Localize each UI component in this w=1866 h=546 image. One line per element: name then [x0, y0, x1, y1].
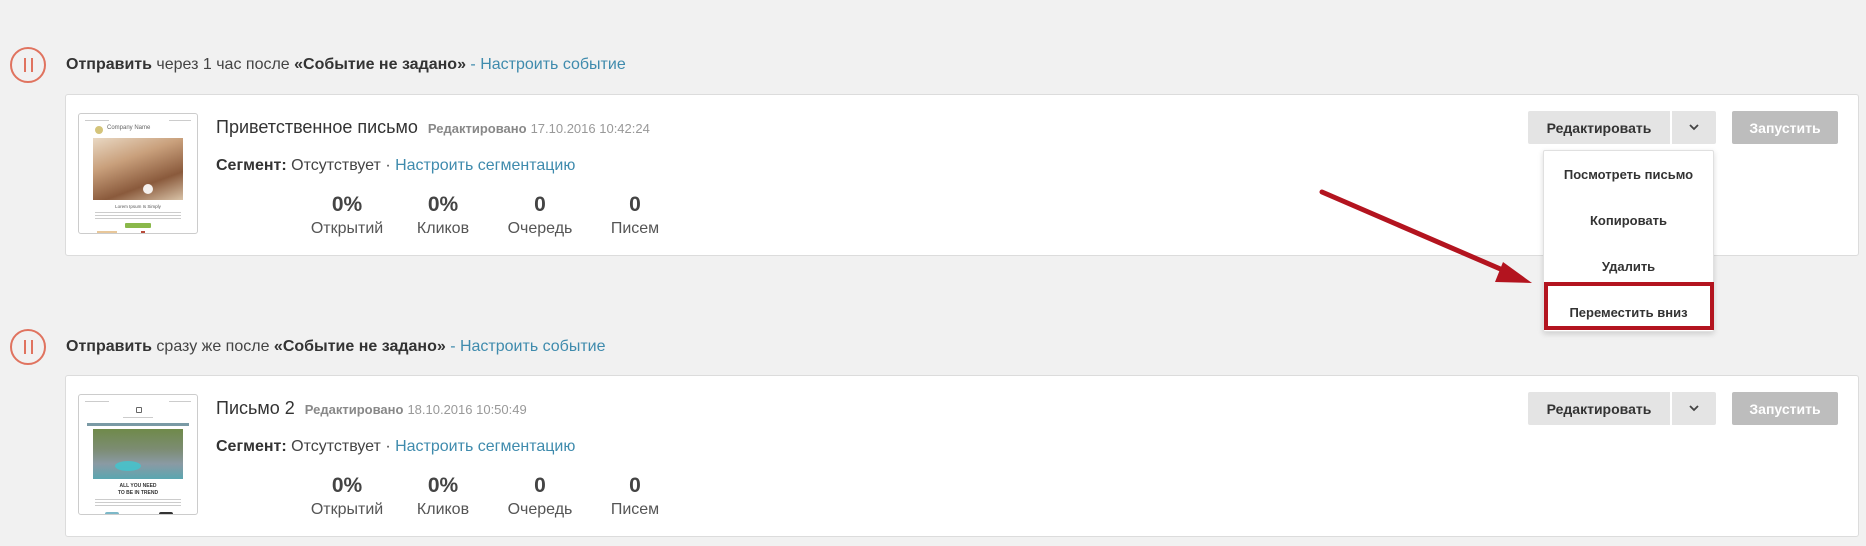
trigger-event: «Событие не задано»	[294, 56, 466, 73]
menu-item-delete[interactable]: Удалить	[1544, 243, 1713, 289]
chevron-down-icon	[1689, 405, 1699, 412]
email-card-2: ALL YOU NEED TO BE IN TREND Письмо 2 Ред…	[65, 375, 1859, 537]
stat-value: 0%	[331, 193, 363, 216]
trigger-timing: сразу же после	[151, 338, 274, 355]
edited-date: 17.10.2016 10:42:24	[530, 121, 650, 136]
configure-event-link[interactable]: Настроить событие	[460, 338, 606, 355]
stat-label: Очередь	[507, 501, 573, 518]
stat-value: 0	[534, 474, 546, 497]
stat-label: Открытий	[310, 220, 384, 237]
stat-value: 0	[629, 474, 641, 497]
thumbnail-brand: Company Name	[107, 125, 151, 131]
stat-clicks: 0% Кликов	[398, 474, 488, 519]
stat-letters: 0 Писем	[590, 193, 680, 238]
pause-icon[interactable]	[10, 47, 46, 83]
stat-label: Открытий	[310, 501, 384, 518]
send-label: Отправить	[66, 338, 152, 355]
run-button[interactable]: Запустить	[1732, 392, 1838, 425]
stat-value: 0	[629, 193, 641, 216]
segment-label: Сегмент:	[216, 157, 287, 174]
edited-date: 18.10.2016 10:50:49	[407, 402, 527, 417]
segment-row: Сегмент: Отсутствует · Настроить сегмент…	[216, 157, 575, 175]
thumbnail-headline-2: TO BE IN TREND	[117, 490, 159, 496]
configure-event-link[interactable]: Настроить событие	[480, 56, 626, 73]
stat-label: Очередь	[507, 220, 573, 237]
menu-item-view-email[interactable]: Посмотреть письмо	[1544, 151, 1713, 197]
trigger-separator: -	[465, 56, 481, 73]
stat-queue: 0 Очередь	[495, 474, 585, 519]
thumbnail-headline-1: ALL YOU NEED	[119, 483, 157, 489]
send-label: Отправить	[66, 56, 152, 73]
trigger-timing: через 1 час после	[151, 56, 295, 73]
stat-label: Писем	[610, 501, 660, 518]
email-thumbnail[interactable]: ALL YOU NEED TO BE IN TREND	[78, 394, 198, 515]
chevron-down-icon	[1689, 124, 1699, 131]
menu-item-copy[interactable]: Копировать	[1544, 197, 1713, 243]
edit-button[interactable]: Редактировать	[1528, 111, 1670, 144]
edit-button[interactable]: Редактировать	[1528, 392, 1670, 425]
email-title[interactable]: Письмо 2	[216, 398, 295, 419]
stat-value: 0%	[427, 474, 459, 497]
menu-item-move-down[interactable]: Переместить вниз	[1544, 289, 1713, 335]
configure-segmentation-link[interactable]: Настроить сегментацию	[395, 438, 575, 455]
configure-segmentation-link[interactable]: Настроить сегментацию	[395, 157, 575, 174]
actions-dropdown-menu: Посмотреть письмо Копировать Удалить Пер…	[1543, 150, 1714, 332]
stat-value: 0%	[427, 193, 459, 216]
segment-label: Сегмент:	[216, 438, 287, 455]
stat-label: Кликов	[416, 501, 470, 518]
stat-queue: 0 Очередь	[495, 193, 585, 238]
trigger-row-1: Отправить через 1 час после «Событие не …	[10, 45, 626, 85]
trigger-text: Отправить сразу же после «Событие не зад…	[66, 338, 606, 356]
email-thumbnail[interactable]: Company Name Lorem Ipsum Is Simply	[78, 113, 198, 234]
thumbnail-headline: Lorem Ipsum Is Simply	[115, 204, 161, 209]
pause-icon[interactable]	[10, 329, 46, 365]
dropdown-toggle-button[interactable]	[1672, 392, 1716, 425]
email-title[interactable]: Приветственное письмо	[216, 117, 418, 138]
segment-value: Отсутствует ·	[286, 157, 396, 174]
stat-label: Писем	[610, 220, 660, 237]
stat-letters: 0 Писем	[590, 474, 680, 519]
stat-opens: 0% Открытий	[302, 193, 392, 238]
trigger-text: Отправить через 1 час после «Событие не …	[66, 56, 626, 74]
dropdown-toggle-button[interactable]	[1672, 111, 1716, 144]
trigger-event: «Событие не задано»	[273, 338, 446, 355]
stat-value: 0	[534, 193, 546, 216]
stat-value: 0%	[331, 474, 363, 497]
edited-label: Редактировано	[304, 402, 404, 417]
trigger-separator: -	[445, 338, 460, 355]
email-title-row: Приветственное письмо Редактировано 17.1…	[216, 117, 650, 138]
email-title-row: Письмо 2 Редактировано 18.10.2016 10:50:…	[216, 398, 527, 419]
stat-opens: 0% Открытий	[302, 474, 392, 519]
stat-label: Кликов	[416, 220, 470, 237]
edited-label: Редактировано	[427, 121, 527, 136]
run-button[interactable]: Запустить	[1732, 111, 1838, 144]
trigger-row-2: Отправить сразу же после «Событие не зад…	[10, 327, 606, 367]
segment-row: Сегмент: Отсутствует · Настроить сегмент…	[216, 438, 575, 456]
stat-clicks: 0% Кликов	[398, 193, 488, 238]
segment-value: Отсутствует ·	[286, 438, 396, 455]
